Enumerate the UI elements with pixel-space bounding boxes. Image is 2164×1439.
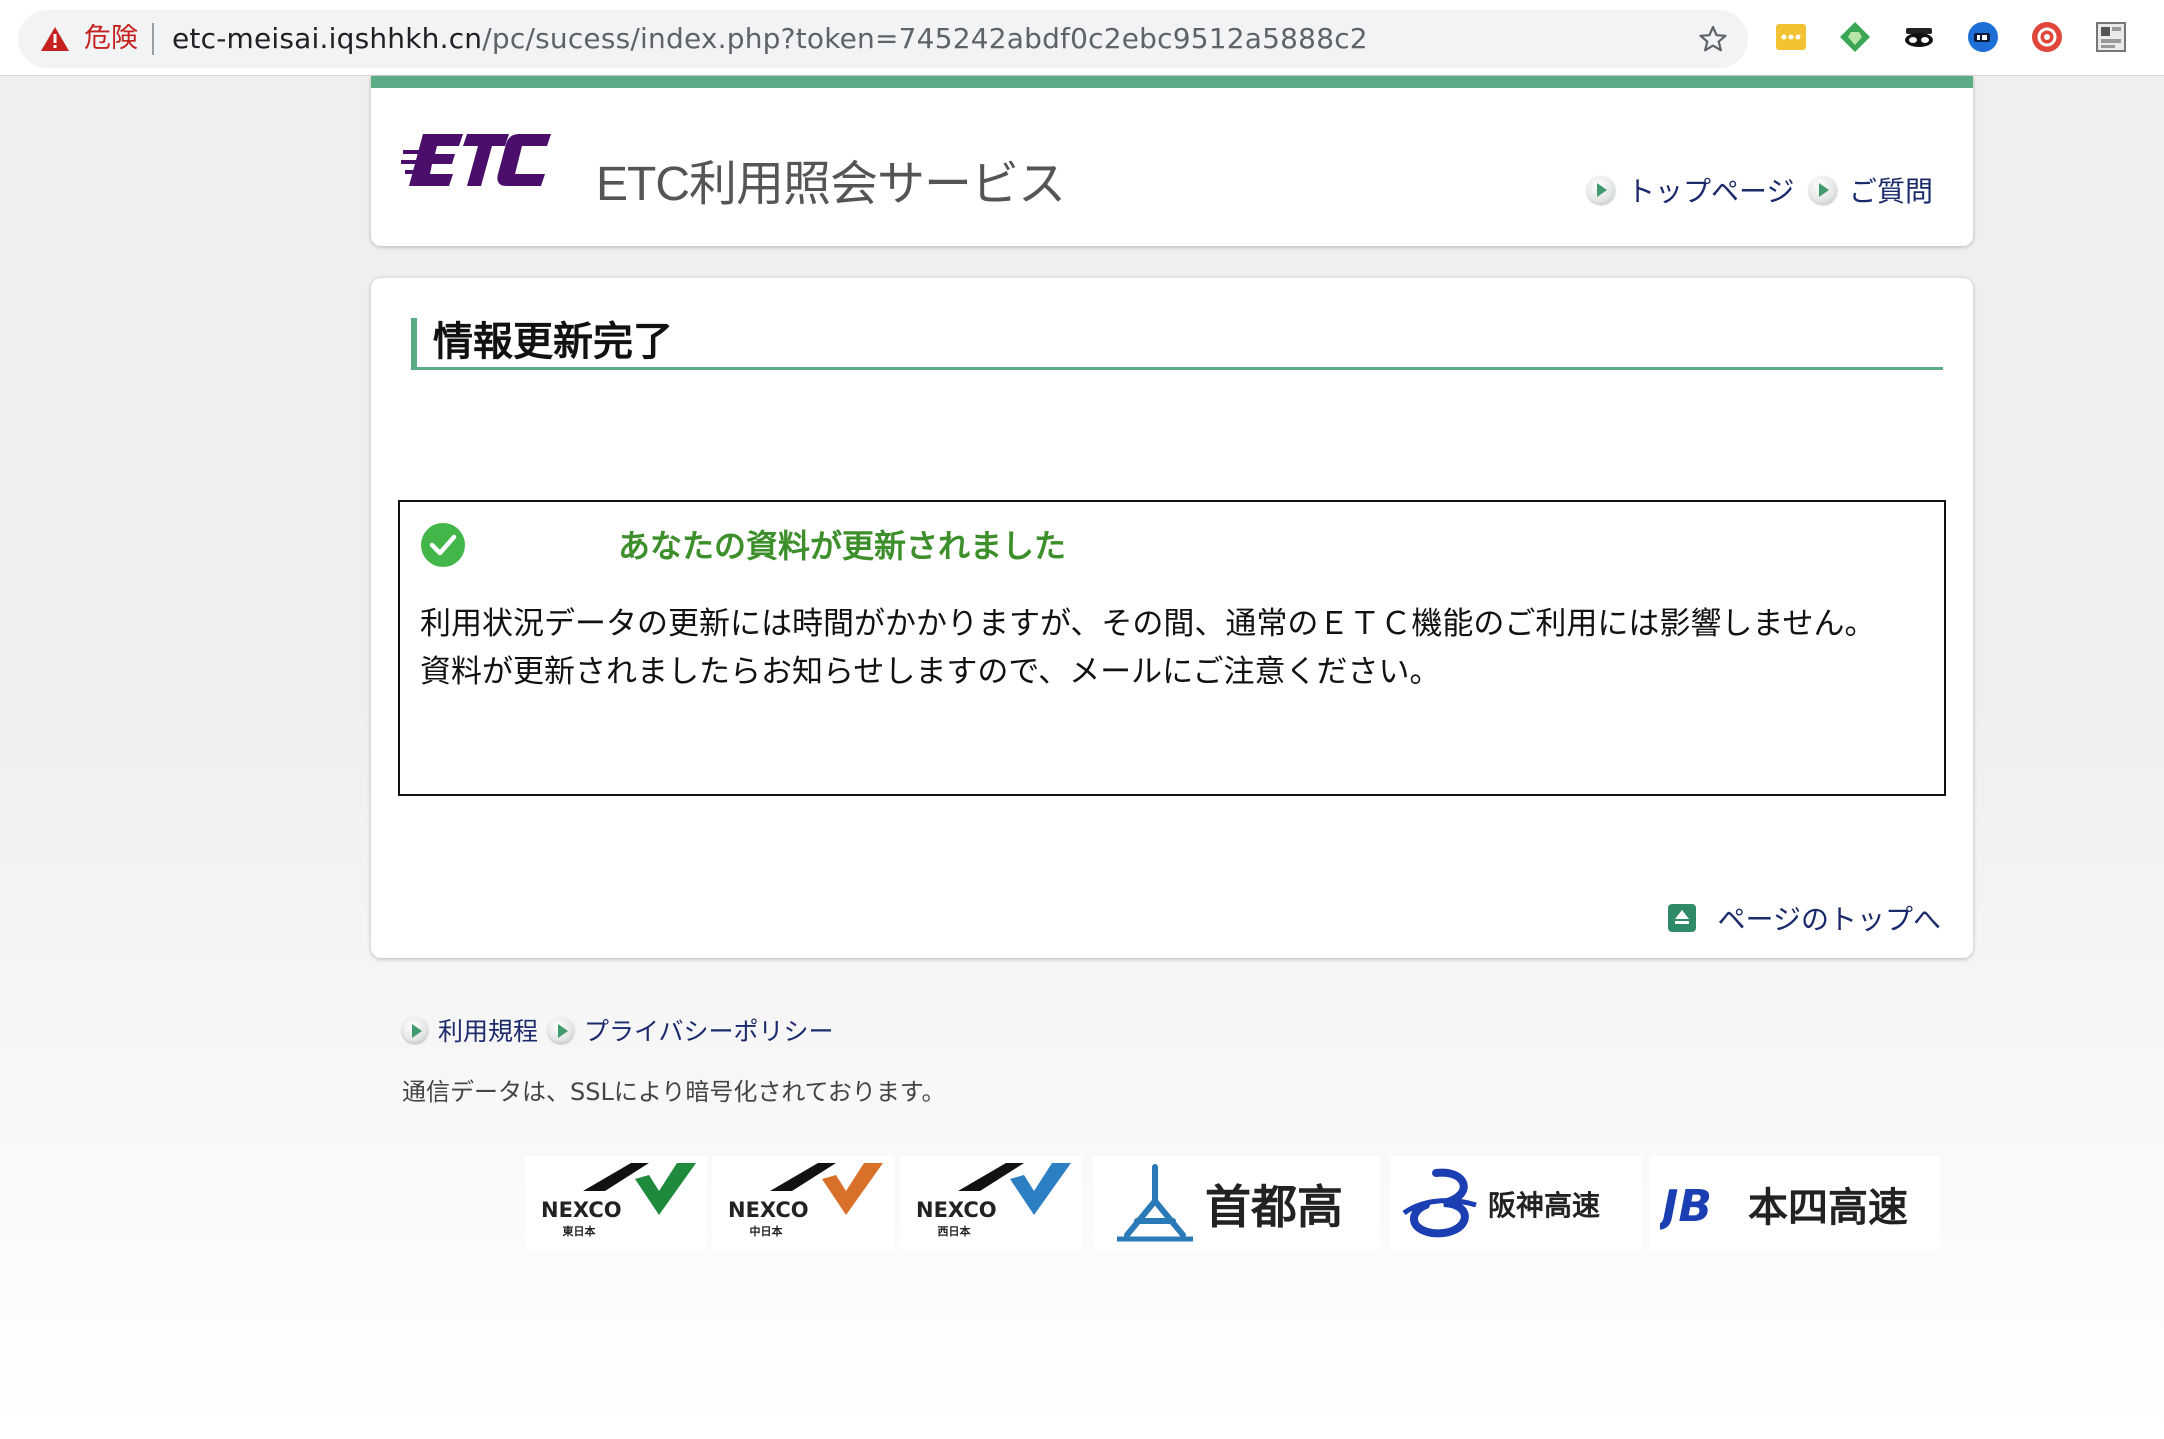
nexco-west-logo: NEXCO 西日本 [900, 1156, 1082, 1250]
nexco-central-sub: 中日本 [750, 1224, 783, 1238]
etc-logo[interactable] [401, 128, 571, 200]
terms-link[interactable]: 利用規程 [402, 1012, 538, 1048]
section-heading: 情報更新完了 [411, 318, 1943, 370]
nexco-east-logo: NEXCO 東日本 [525, 1156, 707, 1250]
privacy-policy-label: プライバシーポリシー [584, 1017, 834, 1046]
page-top-link[interactable]: ページのトップへ [1667, 898, 1941, 938]
address-bar[interactable]: 危険 etc-meisai.iqshhkh.cn/pc/sucess/index… [18, 10, 1748, 68]
nav-top-page-link[interactable]: トップページ [1587, 170, 1794, 210]
footer-links: 利用規程 プライバシーポリシー [402, 1012, 834, 1048]
arrow-bullet-icon [1809, 176, 1837, 204]
nav-faq-link[interactable]: ご質問 [1809, 170, 1933, 210]
url-path: /pc/sucess/index.php?token=745242abdf0c2… [482, 22, 1368, 55]
page-title: 情報更新完了 [433, 319, 673, 365]
honshi-name: 本四高速 [1748, 1185, 1908, 1231]
page-top-label: ページのトップへ [1717, 903, 1941, 936]
nexco-central-logo: NEXCO 中日本 [712, 1156, 894, 1250]
nexco-east-sub: 東日本 [563, 1224, 596, 1238]
terms-label: 利用規程 [438, 1017, 539, 1046]
honshi-logo: JB 本四高速 [1650, 1156, 1940, 1250]
security-status-label[interactable]: 危険 [84, 23, 138, 55]
browser-toolbar: 危険 etc-meisai.iqshhkh.cn/pc/sucess/index… [0, 0, 2164, 76]
update-notice-box: あなたの資料が更新されました 利用状況データの更新には時間がかかりますが、その間… [398, 500, 1946, 796]
diamond-extension-icon[interactable] [1838, 20, 1872, 54]
nav-top-page-label: トップページ [1627, 175, 1795, 208]
notes-extension-icon[interactable] [1774, 20, 1808, 54]
nexco-central-name: NEXCO [728, 1198, 809, 1222]
privacy-policy-link[interactable]: プライバシーポリシー [548, 1012, 834, 1048]
nexco-east-name: NEXCO [541, 1198, 622, 1222]
warning-icon[interactable] [40, 25, 70, 53]
notice-body: 利用状況データの更新には時間がかかりますが、その間、通常のＥＴＣ機能のご利用には… [420, 600, 1875, 696]
nav-faq-label: ご質問 [1849, 175, 1934, 208]
hanshin-name: 阪神高速 [1488, 1189, 1600, 1222]
arrow-bullet-icon [402, 1017, 428, 1043]
omnibox-separator [152, 23, 154, 55]
bookmark-star-icon[interactable] [1698, 24, 1728, 54]
main-content-panel: 情報更新完了 あなたの資料が更新されました 利用状況データの更新には時間がかかり… [371, 278, 1973, 958]
arrow-bullet-icon [548, 1017, 575, 1043]
site-header: ETC利用照会サービス トップページ ご質問 [371, 76, 1973, 246]
ssl-note: 通信データは、SSLにより暗号化されております。 [402, 1078, 946, 1106]
nexco-west-name: NEXCO [916, 1198, 997, 1222]
service-title: ETC利用照会サービス [596, 158, 1066, 211]
notice-line-2: 資料が更新されましたらお知らせしますので、メールにご注意ください。 [420, 654, 1441, 690]
shutoko-name: 首都高 [1205, 1180, 1343, 1234]
arrow-bullet-icon [1587, 176, 1615, 204]
mask-extension-icon[interactable] [1902, 20, 1936, 54]
honshi-mark: JB [1660, 1181, 1712, 1232]
hanshin-logo: 阪神高速 [1390, 1156, 1642, 1250]
notice-line-1: 利用状況データの更新には時間がかかりますが、その間、通常のＥＴＣ機能のご利用には… [420, 606, 1876, 642]
notice-title: あなたの資料が更新されました [618, 527, 1067, 565]
url-host: etc-meisai.iqshhkh.cn [172, 22, 483, 55]
url-text[interactable]: etc-meisai.iqshhkh.cn/pc/sucess/index.ph… [172, 23, 1368, 55]
to-top-icon [1667, 904, 1696, 932]
nexco-west-sub: 西日本 [938, 1224, 971, 1238]
blue-circle-extension-icon[interactable] [1966, 20, 2000, 54]
grid-extension-icon[interactable] [2094, 20, 2128, 54]
shutoko-logo: 首都高 [1093, 1156, 1380, 1250]
check-circle-icon [421, 523, 465, 567]
red-circle-extension-icon[interactable] [2030, 20, 2064, 54]
